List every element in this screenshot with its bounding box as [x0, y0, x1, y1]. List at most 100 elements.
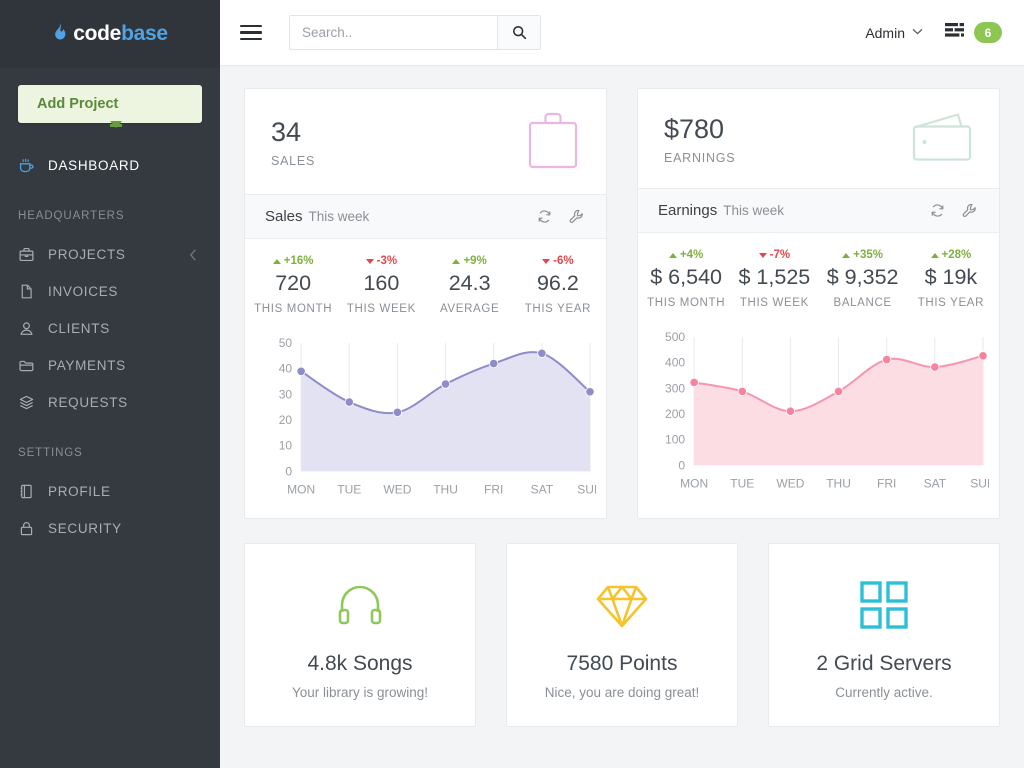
- add-project-button[interactable]: Add Project: [18, 85, 202, 123]
- metric-delta: +4%: [644, 249, 728, 261]
- earnings-headline-label: EARNINGS: [664, 150, 736, 165]
- search-box: [289, 15, 541, 50]
- layers-icon: [18, 394, 35, 411]
- app-root: codebase Add Project DASHBOARD HEADQUART…: [0, 0, 1024, 768]
- info-card-servers[interactable]: 2 Grid Servers Currently active.: [768, 542, 1000, 727]
- flame-icon: [52, 22, 67, 46]
- earnings-chart: 0 100 200 300 400 500 MON TUE WED THU FRI SAT SUN: [665, 330, 989, 491]
- file-icon: [18, 283, 35, 300]
- svg-text:400: 400: [665, 356, 685, 370]
- sales-metrics: +16% 720 THIS MONTH -3% 160 THIS WEEK +9…: [245, 239, 606, 327]
- metric-delta: +9%: [428, 255, 512, 267]
- sidebar-item-profile[interactable]: PROFILE: [0, 473, 220, 510]
- metric-this-week: -7% $ 1,525 THIS WEEK: [730, 249, 818, 311]
- sidebar-section-settings: SETTINGS: [18, 447, 83, 459]
- add-project-container: Add Project: [0, 68, 220, 128]
- admin-dropdown[interactable]: Admin: [865, 25, 923, 41]
- main-area: Admin: [220, 0, 1024, 768]
- svg-text:WED: WED: [776, 477, 804, 491]
- triangle-down-icon: [758, 252, 767, 258]
- svg-text:500: 500: [665, 330, 685, 344]
- sales-headline-group: 34 SALES: [271, 117, 315, 167]
- metric-caption: THIS WEEK: [739, 296, 809, 309]
- metric-caption: THIS WEEK: [346, 302, 416, 315]
- svg-text:50: 50: [279, 336, 293, 350]
- sidebar-section-headquarters: HEADQUARTERS: [18, 210, 125, 222]
- svg-text:TUE: TUE: [730, 477, 754, 491]
- metric-average: +9% 24.3 AVERAGE: [426, 255, 514, 317]
- svg-text:TUE: TUE: [337, 483, 361, 497]
- search-input[interactable]: [289, 15, 497, 50]
- shopping-bag-icon: [526, 111, 580, 174]
- info-card-songs[interactable]: 4.8k Songs Your library is growing!: [244, 542, 476, 727]
- notification-count-badge[interactable]: 6: [974, 22, 1002, 43]
- svg-text:30: 30: [279, 388, 293, 402]
- sidebar-item-label: PAYMENTS: [48, 358, 126, 373]
- sidebar-item-invoices[interactable]: INVOICES: [0, 273, 220, 310]
- sidebar-item-label: DASHBOARD: [48, 158, 140, 173]
- chevron-left-icon[interactable]: [189, 248, 198, 261]
- search-button[interactable]: [497, 15, 541, 50]
- sales-headline-value: 34: [271, 117, 302, 148]
- sales-bar-subtitle: This week: [308, 209, 370, 224]
- refresh-icon[interactable]: [930, 203, 945, 218]
- info-card-subtitle: Nice, you are doing great!: [544, 684, 700, 700]
- sales-bar-title: Sales: [265, 208, 303, 225]
- svg-text:MON: MON: [680, 477, 708, 491]
- stats-row: 34 SALES Sales This week +16% 720 THIS M…: [244, 88, 1000, 519]
- sidebar-item-projects[interactable]: PROJECTS: [0, 236, 220, 273]
- metric-value: $ 1,525: [738, 265, 811, 289]
- earnings-headline-value: $780: [664, 114, 725, 145]
- metric-delta-text: +16%: [283, 255, 314, 267]
- svg-text:300: 300: [665, 382, 685, 396]
- svg-text:200: 200: [665, 407, 685, 421]
- info-card-title: 4.8k Songs: [307, 651, 413, 675]
- info-card-points[interactable]: 7580 Points Nice, you are doing great!: [506, 542, 738, 727]
- svg-text:10: 10: [279, 439, 293, 453]
- sidebar-item-security[interactable]: SECURITY: [0, 510, 220, 547]
- coffee-cup-icon: [18, 157, 35, 174]
- sales-card-tools: [537, 209, 584, 224]
- topbar-right: Admin 6: [865, 22, 1002, 43]
- brand-logo[interactable]: codebase: [0, 0, 220, 68]
- earnings-bar-subtitle: This week: [723, 203, 784, 218]
- hamburger-icon[interactable]: [240, 22, 262, 44]
- sidebar-item-requests[interactable]: REQUESTS: [0, 384, 220, 421]
- metric-delta-text: +9%: [463, 255, 487, 267]
- dashboard-content: 34 SALES Sales This week +16% 720 THIS M…: [220, 66, 1024, 768]
- earnings-card-tools: [930, 203, 977, 218]
- svg-text:0: 0: [285, 465, 292, 479]
- svg-text:SUN: SUN: [970, 477, 989, 491]
- server-list-icon[interactable]: [945, 22, 965, 43]
- triangle-up-icon: [452, 258, 461, 264]
- chevron-down-icon: [912, 27, 923, 38]
- metric-value: $ 9,352: [826, 265, 899, 289]
- triangle-up-icon: [930, 252, 939, 258]
- wallet-icon: [911, 111, 973, 168]
- metric-this-year: -6% 96.2 THIS YEAR: [514, 255, 602, 317]
- metric-value: $ 6,540: [650, 265, 722, 289]
- refresh-icon[interactable]: [537, 209, 552, 224]
- triangle-up-icon: [272, 258, 281, 264]
- wrench-icon[interactable]: [962, 203, 977, 218]
- headphones-icon: [255, 574, 465, 636]
- sidebar-item-clients[interactable]: CLIENTS: [0, 310, 220, 347]
- svg-text:MON: MON: [287, 483, 315, 497]
- brand-text-part2: base: [121, 22, 168, 45]
- triangle-down-icon: [365, 258, 374, 264]
- info-card-subtitle: Your library is growing!: [291, 684, 429, 700]
- address-book-icon: [18, 483, 35, 500]
- metric-caption: BALANCE: [833, 296, 892, 309]
- diamond-icon: [517, 574, 727, 636]
- metric-delta: -7%: [732, 249, 816, 261]
- sales-card-header: 34 SALES: [245, 89, 606, 195]
- sidebar-item-payments[interactable]: PAYMENTS: [0, 347, 220, 384]
- sidebar-item-dashboard[interactable]: DASHBOARD: [0, 147, 220, 184]
- briefcase-icon: [18, 246, 35, 263]
- metric-delta-text: +4%: [679, 249, 704, 261]
- wrench-icon[interactable]: [569, 209, 584, 224]
- metric-caption: THIS YEAR: [917, 296, 985, 309]
- metric-value: 160: [363, 271, 400, 295]
- topbar: Admin: [220, 0, 1024, 66]
- metric-delta-text: +28%: [941, 249, 972, 261]
